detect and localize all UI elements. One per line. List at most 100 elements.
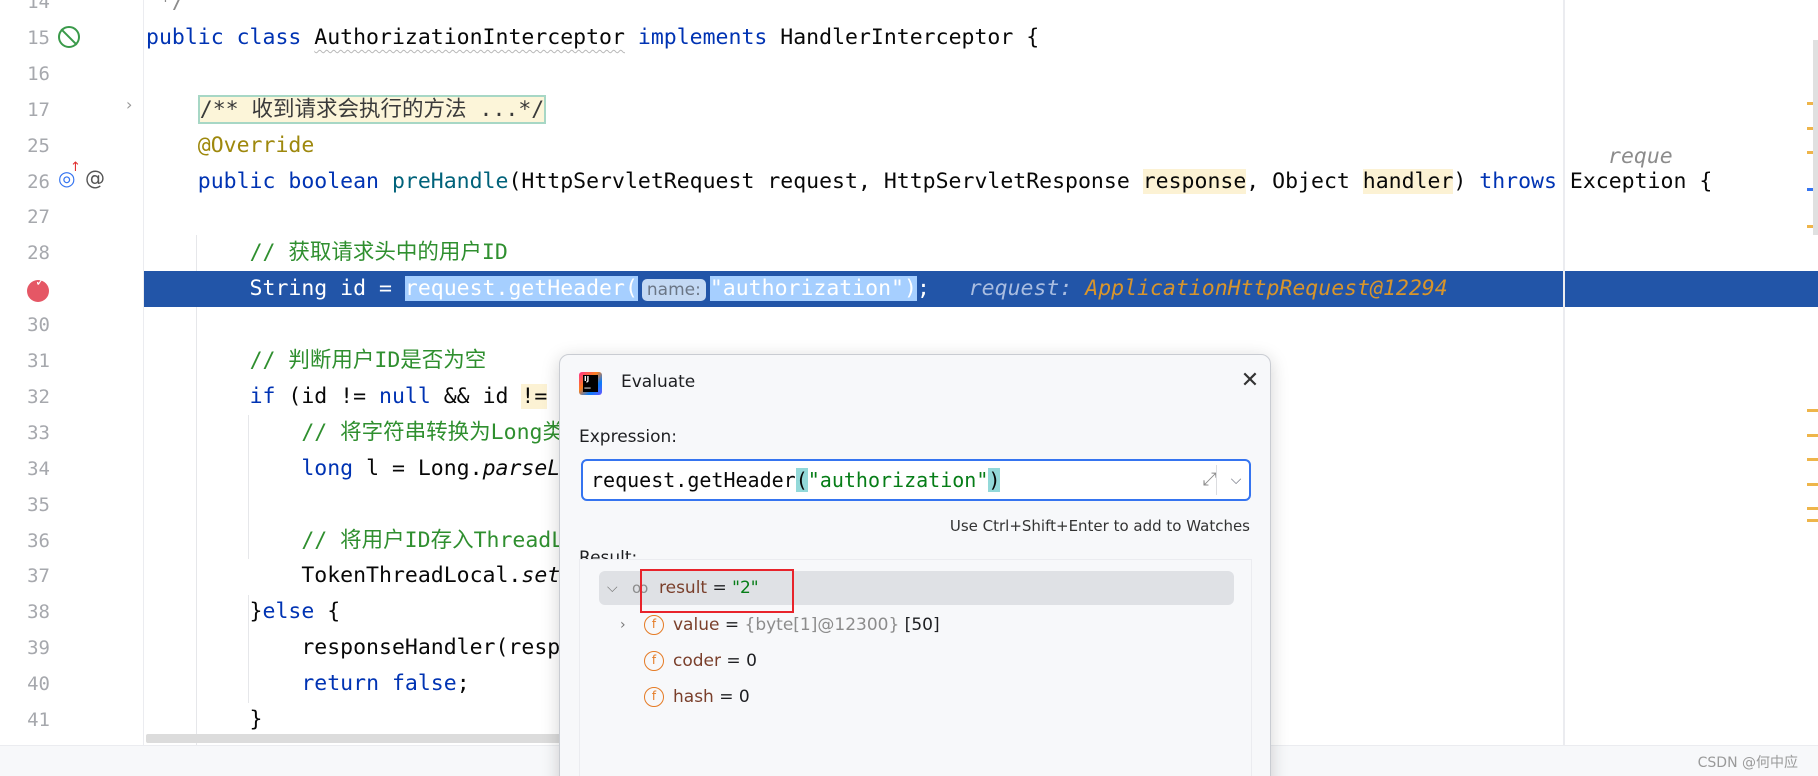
- code-token: if: [249, 383, 276, 409]
- code-text: // 将字符串转换为Long类: [146, 415, 564, 451]
- line-number: 33: [27, 421, 50, 444]
- code-token: set: [521, 563, 561, 589]
- line-number: 26: [27, 170, 50, 193]
- code-line[interactable]: [144, 56, 1818, 92]
- overrides-method-icon[interactable]: ◎ ↑: [58, 160, 81, 190]
- code-line[interactable]: */: [144, 0, 1818, 20]
- code-line[interactable]: [144, 307, 1818, 343]
- line-number: 35: [27, 493, 50, 516]
- current-execution-line[interactable]: String id = request.getHeader(name: "auth…: [144, 271, 1818, 308]
- code-token: */: [146, 0, 185, 14]
- right-margin-guide: [1563, 0, 1565, 745]
- line-number: 34: [27, 457, 50, 480]
- expression-value[interactable]: request.getHeader("authorization"): [591, 461, 1001, 499]
- warning-marker[interactable]: [1807, 483, 1818, 486]
- tree-row-coder[interactable]: f coder = 0: [580, 644, 1220, 678]
- gutter: 14 15 16 17 25 26 27 28 30 31 32 33 34 35 36 37 38 39 40 41: [0, 0, 144, 745]
- tree-row-hash[interactable]: f hash = 0: [580, 680, 1220, 714]
- watermark: CSDN @何中应: [1697, 755, 1798, 771]
- code-token: public class: [146, 24, 315, 50]
- line-number: 31: [27, 350, 50, 372]
- code-token: parseL: [482, 455, 561, 481]
- code-token: null: [379, 383, 431, 409]
- code-token: throws: [1479, 168, 1557, 194]
- expression-input[interactable]: request.getHeader("authorization") ⤢ ⌵: [581, 459, 1251, 501]
- code-text: @Override: [146, 128, 315, 164]
- evaluate-dialog: IJ — Evaluate ✕ Expression: request.getHe…: [559, 354, 1271, 776]
- code-token: AuthorizationInterceptor: [314, 24, 625, 50]
- folded-comment[interactable]: /** 收到请求会执行的方法 ...*/: [197, 94, 547, 124]
- expr-part: (: [795, 468, 808, 492]
- code-line[interactable]: [144, 199, 1818, 235]
- code-token: }: [146, 599, 263, 625]
- line-number: 39: [27, 637, 50, 660]
- code-text: }: [146, 702, 263, 738]
- code-line[interactable]: @Override: [144, 128, 1818, 164]
- code-token: // 将字符串转换为Long类: [301, 419, 564, 445]
- code-text: public boolean preHandle(HttpServletRequ…: [146, 164, 1712, 200]
- vertical-scrollbar[interactable]: [1813, 40, 1818, 235]
- code-token: public boolean: [197, 168, 392, 194]
- line-number: 28: [27, 242, 50, 265]
- code-token: handler: [1362, 168, 1454, 194]
- warning-marker[interactable]: [1807, 434, 1818, 437]
- code-line[interactable]: public boolean preHandle(HttpServletRequ…: [144, 164, 1818, 200]
- code-token: l = Long.: [353, 455, 483, 481]
- dialog-title: Evaluate: [621, 372, 696, 392]
- code-text: if (id != null && id !=: [146, 379, 548, 415]
- breakpoint-hit-icon[interactable]: ✓: [27, 275, 49, 302]
- no-implementation-icon[interactable]: [58, 26, 80, 48]
- code-token: long: [301, 455, 354, 481]
- code-token: return false: [301, 671, 457, 697]
- code-text: /** 收到请求会执行的方法 ...*/: [146, 92, 547, 128]
- code-token: // 获取请求头中的用户ID: [249, 240, 508, 266]
- line-number: 25: [27, 134, 50, 157]
- warning-marker[interactable]: [1807, 519, 1818, 522]
- expr-part: request.getHeader: [591, 468, 796, 492]
- code-token: HandlerInterceptor {: [780, 24, 1040, 50]
- warning-marker[interactable]: [1807, 458, 1818, 461]
- tree-row-value[interactable]: › f value = {byte[1]@12300} [50]: [580, 608, 1220, 642]
- expand-icon[interactable]: ⤢: [1197, 467, 1223, 493]
- code-token: responseHandler(resp: [146, 635, 561, 661]
- intellij-logo-icon: IJ —: [579, 372, 602, 395]
- code-line[interactable]: // 获取请求头中的用户ID: [144, 235, 1818, 271]
- line-number: 27: [27, 206, 50, 229]
- fold-chevron-icon[interactable]: ›: [126, 95, 132, 114]
- line-number: 17: [27, 98, 50, 121]
- code-line[interactable]: public class AuthorizationInterceptor im…: [144, 20, 1818, 56]
- line-number: 38: [27, 601, 50, 624]
- code-token: // 判断用户ID是否为空: [249, 348, 487, 373]
- warning-marker[interactable]: [1807, 409, 1818, 412]
- field-icon: f: [644, 615, 664, 635]
- close-button[interactable]: ✕: [1236, 367, 1264, 395]
- code-text: }else {: [146, 594, 341, 630]
- code-text: long l = Long.parseL: [146, 451, 560, 487]
- code-token: ): [1453, 168, 1480, 194]
- chevron-down-icon[interactable]: ⌵: [607, 571, 618, 605]
- horizontal-scrollbar[interactable]: [146, 734, 566, 743]
- code-line[interactable]: /** 收到请求会执行的方法 ...*/: [144, 92, 1818, 128]
- line-number: 32: [27, 385, 50, 408]
- highlight-annotation-box: [640, 569, 794, 613]
- code-text: */: [146, 0, 185, 20]
- chevron-down-icon[interactable]: ⌵: [1223, 465, 1249, 495]
- field-icon: f: [644, 651, 664, 671]
- warning-marker[interactable]: [1807, 507, 1818, 510]
- param-inlay-hint: reque: [1608, 144, 1673, 169]
- code-token: }: [146, 707, 263, 732]
- code-token: , Object: [1246, 168, 1363, 194]
- code-text: responseHandler(resp: [146, 630, 560, 666]
- expr-part: "authorization": [807, 468, 989, 492]
- annotation-icon[interactable]: @: [85, 166, 105, 190]
- line-number: 36: [27, 529, 50, 552]
- chevron-right-icon[interactable]: ›: [620, 608, 626, 642]
- result-tree[interactable]: ⌵ oo result = "2" › f value = {byte[1]@1…: [579, 559, 1252, 776]
- code-token: preHandle: [391, 168, 509, 194]
- code-text: return false;: [146, 666, 469, 702]
- code-token: response: [1142, 168, 1247, 194]
